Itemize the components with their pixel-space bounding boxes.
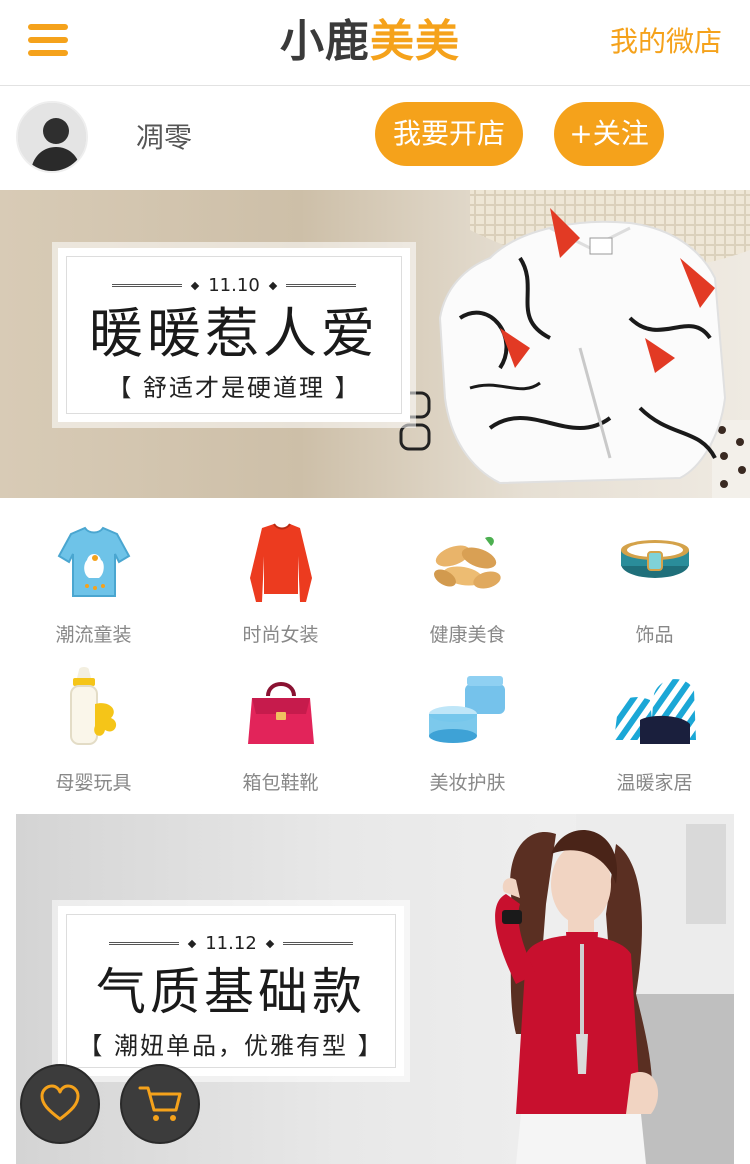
baby-bottle-icon bbox=[69, 667, 116, 745]
my-shop-link[interactable]: 我的微店 bbox=[610, 24, 722, 60]
category-label: 母婴玩具 bbox=[55, 772, 132, 794]
logo-text-part2: 美美 bbox=[370, 16, 460, 67]
banner1-date-row: 11.10 bbox=[67, 275, 401, 296]
white-puffer-jacket-image bbox=[438, 208, 727, 485]
hamburger-menu-icon[interactable] bbox=[28, 24, 68, 60]
cart-button[interactable] bbox=[120, 1064, 200, 1144]
banner1-date: 11.10 bbox=[208, 275, 260, 296]
category-label: 健康美食 bbox=[429, 624, 506, 646]
heart-icon bbox=[40, 1084, 80, 1121]
category-beauty-skincare[interactable]: 美妆护肤 bbox=[374, 658, 561, 806]
diamond-dot bbox=[187, 939, 197, 948]
category-label: 箱包鞋靴 bbox=[242, 772, 319, 794]
promo-banner-winter-jacket[interactable]: 11.10 暖暖惹人爱 【 舒适才是硬道理 】 bbox=[0, 190, 750, 498]
divider-line bbox=[282, 942, 353, 945]
category-accessories[interactable]: 饰品 bbox=[561, 510, 748, 658]
banner2-subtitle: 【 潮妞单品，优雅有型 】 bbox=[78, 1032, 384, 1060]
category-womens-fashion[interactable]: 时尚女装 bbox=[187, 510, 374, 658]
app-logo: 小鹿美美 bbox=[280, 14, 460, 70]
follow-button[interactable]: +关注 bbox=[554, 102, 664, 166]
shop-owner-name: 凋零 bbox=[136, 121, 193, 154]
kids-sweater-icon bbox=[57, 526, 130, 597]
cream-jar-icon bbox=[428, 676, 505, 743]
top-header: 小鹿美美 我的微店 bbox=[0, 0, 750, 86]
cashew-nuts-icon bbox=[433, 536, 501, 589]
diamond-dot bbox=[265, 939, 275, 948]
category-kids-clothing[interactable]: 潮流童装 bbox=[0, 510, 187, 658]
category-healthy-food[interactable]: 健康美食 bbox=[374, 510, 561, 658]
category-label: 潮流童装 bbox=[55, 624, 132, 646]
banner2-date-row: 11.12 bbox=[67, 933, 395, 954]
banner2-text-card: 11.12 气质基础款 【 潮妞单品，优雅有型 】 bbox=[58, 906, 404, 1076]
divider-line bbox=[112, 284, 183, 287]
handbag-icon bbox=[247, 682, 314, 744]
banner2-date: 11.12 bbox=[205, 933, 257, 954]
avatar-person-icon bbox=[18, 103, 86, 171]
category-label: 时尚女装 bbox=[242, 624, 319, 646]
favorite-button[interactable] bbox=[20, 1064, 100, 1144]
diamond-dot bbox=[268, 281, 278, 290]
banner1-subtitle: 【 舒适才是硬道理 】 bbox=[107, 374, 361, 402]
shopping-cart-icon bbox=[138, 1086, 182, 1121]
model-in-red-sweater-image bbox=[495, 830, 659, 1164]
open-shop-button[interactable]: 我要开店 bbox=[375, 102, 523, 166]
red-sweater-icon bbox=[249, 523, 312, 602]
category-label: 温暖家居 bbox=[616, 772, 693, 794]
shop-profile-row: 凋零 我要开店 +关注 bbox=[0, 86, 750, 190]
logo-text-part1: 小鹿 bbox=[280, 16, 370, 67]
category-label: 饰品 bbox=[635, 624, 674, 646]
bangle-icon bbox=[620, 540, 689, 578]
category-label: 美妆护肤 bbox=[429, 772, 506, 794]
bean-bag-icon bbox=[613, 679, 696, 744]
banner2-title: 气质基础款 bbox=[96, 963, 366, 1021]
banner2-card-inner: 11.12 气质基础款 【 潮妞单品，优雅有型 】 bbox=[66, 914, 396, 1068]
category-grid: 潮流童装 时尚女装 健康美食 饰品 母婴玩具 箱包鞋靴 美妆护肤 温暖家居 bbox=[0, 510, 750, 806]
category-bags-shoes[interactable]: 箱包鞋靴 bbox=[187, 658, 374, 806]
diamond-dot bbox=[190, 281, 200, 290]
category-baby-toys[interactable]: 母婴玩具 bbox=[0, 658, 187, 806]
divider-line bbox=[109, 942, 180, 945]
banner1-text-card: 11.10 暖暖惹人爱 【 舒适才是硬道理 】 bbox=[58, 248, 410, 422]
banner1-title: 暖暖惹人爱 bbox=[89, 302, 379, 365]
category-home-living[interactable]: 温暖家居 bbox=[561, 658, 748, 806]
avatar[interactable] bbox=[16, 101, 88, 173]
divider-line bbox=[285, 284, 356, 287]
banner1-card-inner: 11.10 暖暖惹人爱 【 舒适才是硬道理 】 bbox=[66, 256, 402, 414]
